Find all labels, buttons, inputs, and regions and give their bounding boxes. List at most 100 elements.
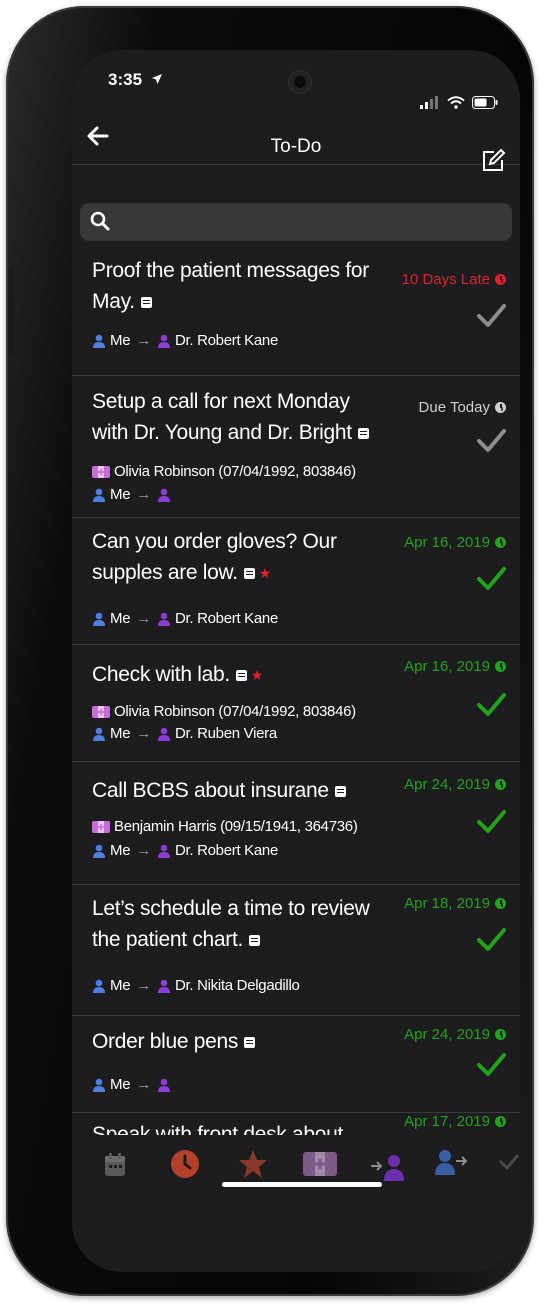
complete-checkmark-button[interactable] xyxy=(476,301,506,331)
provider-person-icon xyxy=(157,1078,170,1092)
todo-row[interactable]: Check with lab. ★ Apr 16, 2019 Olivia Robin… xyxy=(72,645,520,762)
due-label: Apr 24, 2019 xyxy=(404,1026,506,1043)
me-person-icon xyxy=(93,488,105,502)
patient-name: Olivia Robinson (07/04/1992, 803846) xyxy=(114,463,356,480)
todo-row[interactable]: Let’s schedule a time to review the pati… xyxy=(72,885,520,1016)
compose-button[interactable] xyxy=(480,148,510,178)
arrow-right-icon: → xyxy=(136,332,151,349)
assignment-line: Me → xyxy=(92,1076,175,1093)
note-icon xyxy=(243,567,255,579)
todo-title-text: Check with lab. xyxy=(92,663,230,686)
patient-card-icon xyxy=(303,1152,337,1176)
todo-title-text: Let’s schedule a time to review the pati… xyxy=(92,897,370,951)
due-label: Apr 16, 2019 xyxy=(404,534,506,551)
status-bar: 3:35 xyxy=(72,50,520,110)
todo-title-text: Order blue pens xyxy=(92,1030,239,1053)
battery-icon xyxy=(472,96,498,114)
todo-title-text: Call BCBS about insurane xyxy=(92,779,329,802)
star-icon xyxy=(239,1150,267,1178)
assigned-from: Me xyxy=(110,977,131,994)
assigned-from: Me xyxy=(110,725,131,742)
due-text: Apr 16, 2019 xyxy=(404,534,490,551)
note-icon xyxy=(235,669,247,681)
note-icon xyxy=(357,427,369,439)
complete-checkmark-button[interactable] xyxy=(476,690,506,720)
checkmark-icon xyxy=(477,567,506,590)
location-arrow-icon xyxy=(151,72,163,90)
patient-card-icon xyxy=(92,705,110,718)
search-input[interactable] xyxy=(80,203,512,241)
tab-completed[interactable] xyxy=(498,1153,520,1176)
me-person-icon xyxy=(93,979,105,993)
assigned-to: Dr. Ruben Viera xyxy=(174,725,277,742)
calendar-icon xyxy=(105,1153,125,1176)
status-time: 3:35 xyxy=(108,70,143,89)
complete-checkmark-button[interactable] xyxy=(476,1050,506,1080)
complete-checkmark-button[interactable] xyxy=(476,564,506,594)
todo-row[interactable]: Order blue pens Apr 24, 2019 Me → xyxy=(72,1016,520,1113)
clock-icon xyxy=(495,661,506,672)
patient-card-icon xyxy=(92,465,110,478)
note-icon xyxy=(334,785,346,797)
arrow-right-icon: → xyxy=(136,610,151,627)
todo-row[interactable]: Call BCBS about insurane Apr 24, 2019 Benj… xyxy=(72,762,520,885)
complete-checkmark-button[interactable] xyxy=(476,426,506,456)
todo-title-text: Can you order gloves? Our supples are lo… xyxy=(92,530,337,584)
assigned-to: Dr. Robert Kane xyxy=(174,842,279,859)
home-indicator[interactable] xyxy=(222,1182,382,1187)
checkmark-icon xyxy=(477,304,506,327)
tab-starred[interactable] xyxy=(238,1149,268,1184)
due-label: Apr 17, 2019 xyxy=(404,1113,506,1130)
patient-line: Olivia Robinson (07/04/1992, 803846) xyxy=(92,463,356,480)
patient-line: Olivia Robinson (07/04/1992, 803846) xyxy=(92,703,356,720)
assignment-line: Me → Dr. Robert Kane xyxy=(92,332,278,349)
due-label: Apr 24, 2019 xyxy=(404,776,506,793)
front-camera xyxy=(290,72,310,92)
wifi-icon xyxy=(447,96,465,114)
signal-icon xyxy=(420,96,440,114)
todo-title: Check with lab. ★ xyxy=(92,659,382,691)
todo-title-text: Proof the patient messages for May. xyxy=(92,259,369,313)
assigned-from: Me xyxy=(110,1076,131,1093)
assigned-to: Dr. Nikita Delgadillo xyxy=(174,977,300,994)
clock-icon xyxy=(495,402,506,413)
todo-row[interactable]: Proof the patient messages for May. 10 Da… xyxy=(72,255,520,376)
assigned-to: Dr. Robert Kane xyxy=(174,332,279,349)
todo-row[interactable]: Setup a call for next Monday with Dr. Yo… xyxy=(72,376,520,518)
due-label: Apr 18, 2019 xyxy=(404,895,506,912)
arrow-right-icon: → xyxy=(136,842,151,859)
note-icon xyxy=(140,296,152,308)
assignment-line: Me → xyxy=(92,486,175,503)
assigned-by-me-icon xyxy=(435,1150,468,1175)
me-person-icon xyxy=(93,727,105,741)
phone-frame: 3:35 To-Do Proof the patient messages fo… xyxy=(6,6,534,1296)
page-title: To-Do xyxy=(270,136,322,157)
complete-checkmark-button[interactable] xyxy=(476,925,506,955)
me-person-icon xyxy=(93,844,105,858)
tab-calendar[interactable] xyxy=(104,1153,126,1182)
assigned-to-me-icon xyxy=(371,1155,404,1181)
provider-person-icon xyxy=(157,334,170,348)
checkmark-icon xyxy=(477,810,506,833)
me-person-icon xyxy=(93,1078,105,1092)
provider-person-icon xyxy=(157,844,170,858)
patient-name: Benjamin Harris (09/15/1941, 364736) xyxy=(114,818,358,835)
volume-up-button xyxy=(8,268,14,358)
todo-row[interactable]: Can you order gloves? Our supples are lo… xyxy=(72,518,520,645)
patient-line: Benjamin Harris (09/15/1941, 364736) xyxy=(92,818,358,835)
assignment-line: Me → Dr. Nikita Delgadillo xyxy=(92,977,300,994)
due-label: Due Today xyxy=(419,399,506,416)
due-text: Due Today xyxy=(418,399,490,416)
complete-checkmark-button[interactable] xyxy=(476,807,506,837)
due-label: 10 Days Late xyxy=(402,271,506,288)
assignment-line: Me → Dr. Robert Kane xyxy=(92,610,278,627)
navigation-bar: To-Do xyxy=(72,114,520,171)
arrow-right-icon: → xyxy=(136,725,151,742)
assigned-to: Dr. Robert Kane xyxy=(174,610,279,627)
arrow-right-icon: → xyxy=(136,1076,151,1093)
tab-patients[interactable] xyxy=(302,1151,338,1182)
arrow-right-icon: → xyxy=(136,486,151,503)
clock-icon xyxy=(495,274,506,285)
tab-due[interactable] xyxy=(170,1149,200,1184)
tab-assigned-by-me[interactable] xyxy=(434,1149,468,1182)
